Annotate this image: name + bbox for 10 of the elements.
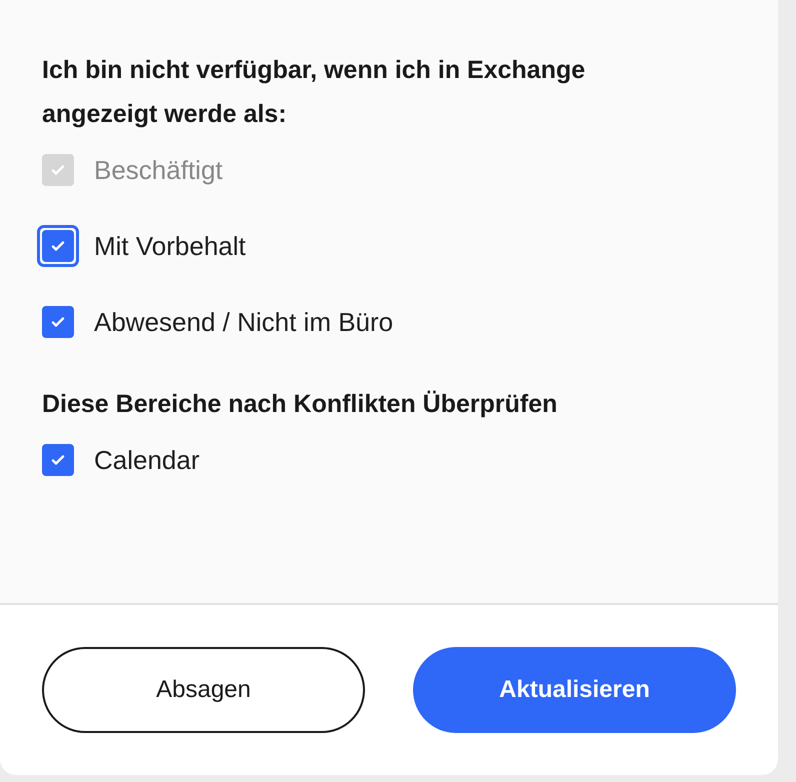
checkbox[interactable]	[42, 444, 74, 476]
section-heading: Ich bin nicht verfügbar, wenn ich in Exchange angezeigt werde als:	[42, 55, 586, 130]
checkbox-label: Calendar	[94, 444, 200, 476]
checkbox-label: Mit Vorbehalt	[94, 230, 246, 262]
update-button[interactable]: Aktualisieren	[413, 647, 736, 733]
checkbox-label: Abwesend / Nicht im Büro	[94, 306, 394, 338]
section-heading: Diese Bereiche nach Konflikten Überprüfen	[42, 389, 558, 420]
checkbox[interactable]	[42, 306, 74, 338]
cancel-button[interactable]: Absagen	[42, 647, 366, 733]
checkbox-label: Beschäftigt	[94, 154, 223, 186]
